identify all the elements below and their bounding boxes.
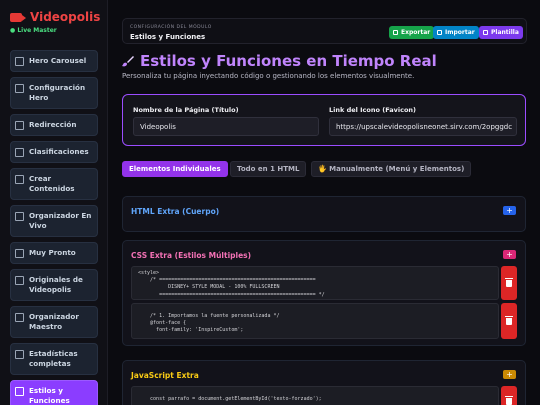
sidebar-item-label: Estilos y Funciones [29,386,70,405]
module-title: Estilos y Funciones [130,33,206,41]
delete-js-1-button[interactable] [501,386,517,405]
trash-icon [505,277,513,287]
sidebar-item-label: Muy Pronto [29,248,76,257]
css-extra-title: CSS Extra (Estilos Múltiples) [131,251,252,260]
template-button[interactable]: Plantilla [479,26,523,39]
broadcast-icon [15,212,24,221]
gallery-icon [15,57,24,66]
sidebar-item-estadisticas[interactable]: Estadísticas completas [10,343,98,375]
live-status: ● Live Master [10,27,57,34]
brand-name: Videopolis [30,10,101,24]
upload-icon [437,30,442,35]
trash-icon [505,315,513,325]
brush-icon [15,387,24,396]
download-icon [483,30,488,35]
sidebar-item-label: Configuración Hero [29,83,86,102]
export-label: Exportar [401,29,431,36]
sidebar-item-label: Clasificaciones [29,147,89,156]
sidebar-item-label: Originales de Videopolis [29,275,83,294]
page-title-text: Estilos y Funciones en Tiempo Real [140,52,437,70]
module-caption: CONFIGURACIÓN DEL MÓDULO [130,25,212,30]
template-label: Plantilla [491,29,519,36]
sidebar-item-configuracion-hero[interactable]: Configuración Hero [10,77,98,109]
page-name-label: Nombre de la Página (Título) [133,106,239,114]
delete-css-2-button[interactable] [501,303,517,339]
move-icon [15,313,24,322]
import-label: Importar [445,29,475,36]
page-title: Estilos y Funciones en Tiempo Real [122,52,437,70]
module-header: CONFIGURACIÓN DEL MÓDULO Estilos y Funci… [122,18,527,44]
sidebar-item-crear-contenidos[interactable]: Crear Contenidos [10,168,98,200]
export-button[interactable]: Exportar [389,26,435,39]
sidebar-item-label: Crear Contenidos [29,174,75,193]
sidebar-item-estilos-funciones[interactable]: Estilos y Funciones [10,380,98,405]
file-icon [393,30,398,35]
javascript-extra-section: JavaScript Extra + const parrafo = docum… [122,360,526,405]
sliders-icon [15,121,24,130]
sidebar-item-label: Estadísticas completas [29,349,78,368]
html-extra-section: HTML Extra (Cuerpo) + [122,196,526,232]
sidebar-item-originales[interactable]: Originales de Videopolis [10,269,98,301]
sidebar-item-muy-pronto[interactable]: Muy Pronto [10,242,98,264]
sidebar: Videopolis ● Live Master Hero Carousel C… [0,0,108,405]
add-js-button[interactable]: + [503,370,516,379]
list-icon [15,84,24,93]
sidebar-item-clasificaciones[interactable]: Clasificaciones [10,141,98,163]
video-camera-icon [10,12,26,22]
chart-icon [15,350,24,359]
star-icon [15,276,24,285]
sidebar-item-organizador-en-vivo[interactable]: Organizador En Vivo [10,205,98,237]
css-extra-section: CSS Extra (Estilos Múltiples) + <style> … [122,240,526,346]
import-button[interactable]: Importar [433,26,479,39]
sidebar-item-hero-carousel[interactable]: Hero Carousel [10,50,98,72]
sidebar-item-organizador-maestro[interactable]: Organizador Maestro [10,306,98,338]
tab-manualmente[interactable]: 🖐 Manualmente (Menú y Elementos) [311,161,472,177]
sidebar-item-label: Redirección [29,120,77,129]
css-code-editor-1[interactable]: <style> /* =============================… [131,266,499,300]
sidebar-nav: Hero Carousel Configuración Hero Redirec… [10,50,98,405]
javascript-extra-title: JavaScript Extra [131,371,199,380]
html-extra-title: HTML Extra (Cuerpo) [131,207,220,216]
list-icon [15,148,24,157]
favicon-label: Link del Icono (Favicon) [329,106,417,114]
page-subtitle: Personaliza tu página inyectando código … [122,72,415,80]
plus-icon: + [506,249,513,259]
add-html-button[interactable]: + [503,206,516,215]
sidebar-item-label: Organizador En Vivo [29,211,92,230]
trash-icon [505,395,513,405]
page-config-card: Nombre de la Página (Título) Videopolis … [122,94,526,146]
brush-icon [122,56,134,67]
favicon-input[interactable]: https://upscalevideopolisneonet.sirv.com… [329,117,517,136]
js-code-editor-1[interactable]: const parrafo = document.getElementById(… [131,386,499,405]
css-code-editor-2[interactable]: /* 1. Importamos la fuente personalizada… [131,303,499,339]
plus-icon: + [506,205,513,215]
sidebar-item-redireccion[interactable]: Redirección [10,114,98,136]
sidebar-item-label: Hero Carousel [29,56,87,65]
tab-elementos-individuales[interactable]: Elementos Individuales [122,161,228,177]
add-css-button[interactable]: + [503,250,516,259]
calendar-icon [15,175,24,184]
brand[interactable]: Videopolis [10,10,100,24]
delete-css-1-button[interactable] [501,266,517,300]
plus-icon: + [506,369,513,379]
film-icon [15,249,24,258]
page-name-input[interactable]: Videopolis [133,117,319,136]
sidebar-item-label: Organizador Maestro [29,312,79,331]
tab-todo-en-1-html[interactable]: Todo en 1 HTML [230,161,307,177]
